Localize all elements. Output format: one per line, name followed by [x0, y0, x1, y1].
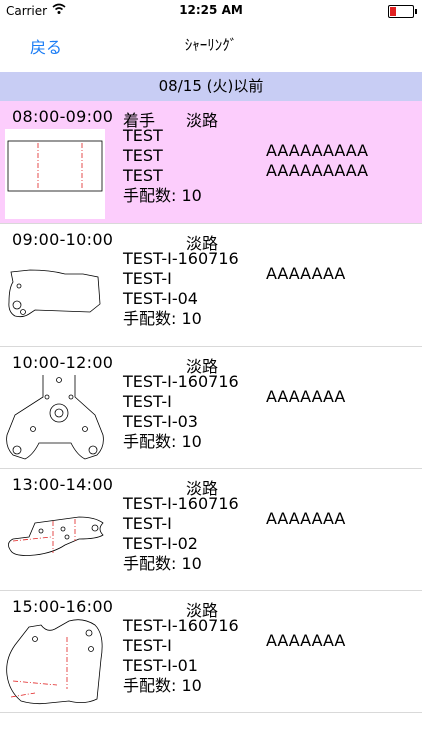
- time-range: 13:00-14:00: [12, 475, 114, 494]
- detail-value: AAAAAAA: [266, 509, 346, 528]
- quantity: 手配数: 10: [123, 554, 202, 573]
- part-name: TEST-I: [123, 636, 172, 655]
- part-code: TEST-I-04: [123, 289, 198, 308]
- quantity: 手配数: 10: [123, 309, 202, 328]
- list-item[interactable]: 09:00-10:00 淡路 TEST-I-160716 TEST-I TEST…: [0, 224, 422, 347]
- part-name: TEST-I: [123, 392, 172, 411]
- list-item[interactable]: 08:00-09:00 着手 淡路 TEST TEST TEST 手配数: 10…: [0, 101, 422, 224]
- list-item[interactable]: 15:00-16:00 淡路 TEST-I-160716 TEST-I TEST…: [0, 591, 422, 713]
- part-name: TEST: [123, 146, 163, 165]
- order-number: TEST: [123, 126, 163, 145]
- place-label: 淡路: [186, 111, 219, 130]
- time-range: 08:00-09:00: [12, 107, 114, 126]
- clock: 12:25 AM: [179, 3, 243, 17]
- status-bar: Carrier 12:25 AM: [0, 0, 422, 22]
- time-range: 09:00-10:00: [12, 230, 114, 249]
- quantity: 手配数: 10: [123, 186, 202, 205]
- list-item[interactable]: 13:00-14:00 淡路 TEST-I-160716 TEST-I TEST…: [0, 469, 422, 591]
- part-drawing-thumbnail: [5, 129, 105, 219]
- part-code: TEST-I-01: [123, 656, 198, 675]
- detail-value-2: AAAAAAAAA: [266, 161, 369, 180]
- time-range: 15:00-16:00: [12, 597, 114, 616]
- section-header-date: 08/15 (火)以前: [0, 72, 422, 101]
- detail-value: AAAAAAAAA: [266, 141, 369, 160]
- battery-icon: [388, 5, 417, 18]
- time-range: 10:00-12:00: [12, 353, 114, 372]
- quantity: 手配数: 10: [123, 432, 202, 451]
- order-number: TEST-I-160716: [123, 249, 239, 268]
- order-number: TEST-I-160716: [123, 494, 239, 513]
- detail-value: AAAAAAA: [266, 387, 346, 406]
- order-number: TEST-I-160716: [123, 372, 239, 391]
- part-code: TEST: [123, 166, 163, 185]
- page-title: ｼｬｰﾘﾝｸﾞ: [184, 36, 238, 54]
- part-drawing-thumbnail: [5, 375, 105, 465]
- order-number: TEST-I-160716: [123, 616, 239, 635]
- detail-value: AAAAAAA: [266, 264, 346, 283]
- list-item[interactable]: 10:00-12:00 淡路 TEST-I-160716 TEST-I TEST…: [0, 347, 422, 469]
- part-name: TEST-I: [123, 269, 172, 288]
- detail-value: AAAAAAA: [266, 631, 346, 650]
- part-name: TEST-I: [123, 514, 172, 533]
- part-code: TEST-I-02: [123, 534, 198, 553]
- quantity: 手配数: 10: [123, 676, 202, 695]
- part-drawing-thumbnail: [5, 619, 105, 709]
- part-drawing-thumbnail: [5, 497, 105, 587]
- part-drawing-thumbnail: [5, 252, 105, 342]
- part-code: TEST-I-03: [123, 412, 198, 431]
- nav-bar: 戻る ｼｬｰﾘﾝｸﾞ: [0, 22, 422, 72]
